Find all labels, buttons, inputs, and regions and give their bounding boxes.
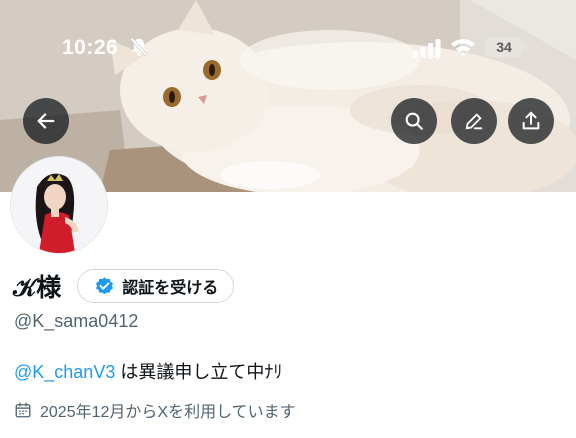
calendar-icon (15, 402, 31, 418)
battery-level: 34 (485, 37, 523, 57)
wifi-icon (451, 39, 475, 57)
edit-button[interactable] (451, 98, 497, 144)
profile-handle: @K_sama0412 (14, 311, 139, 331)
share-upload-icon (522, 111, 540, 130)
status-time: 10:26 (62, 36, 119, 59)
pencil-icon (465, 113, 483, 130)
share-button[interactable] (508, 98, 554, 144)
search-icon (405, 112, 423, 130)
bio-text: は異議申し立て中ﾅﾘ (115, 362, 283, 382)
joined-text: 2025年12月からXを利用しています (40, 404, 296, 421)
avatar[interactable] (10, 156, 108, 254)
get-verified-button[interactable]: 認証を受ける (77, 269, 235, 303)
display-name: 𝒦様 (13, 273, 62, 302)
search-button[interactable] (391, 98, 437, 144)
arrow-left-icon (37, 113, 55, 129)
profile-bio: @K_chanV3 は異議申し立て中ﾅﾘ (14, 358, 282, 384)
joined-date: 2025年12月からXを利用しています (14, 398, 296, 422)
profile-name-row: 𝒦様 認証を受ける (13, 268, 235, 304)
verified-badge-icon (96, 276, 114, 294)
status-bar: 10:26 34 (0, 0, 576, 92)
battery-tip (524, 43, 527, 51)
verify-button-label: 認証を受ける (122, 280, 219, 297)
cellular-signal-icon (413, 39, 441, 58)
back-button[interactable] (23, 98, 69, 144)
bio-mention-link[interactable]: @K_chanV3 (14, 362, 115, 382)
bell-slash-icon (130, 37, 148, 57)
avatar-image (11, 157, 107, 253)
